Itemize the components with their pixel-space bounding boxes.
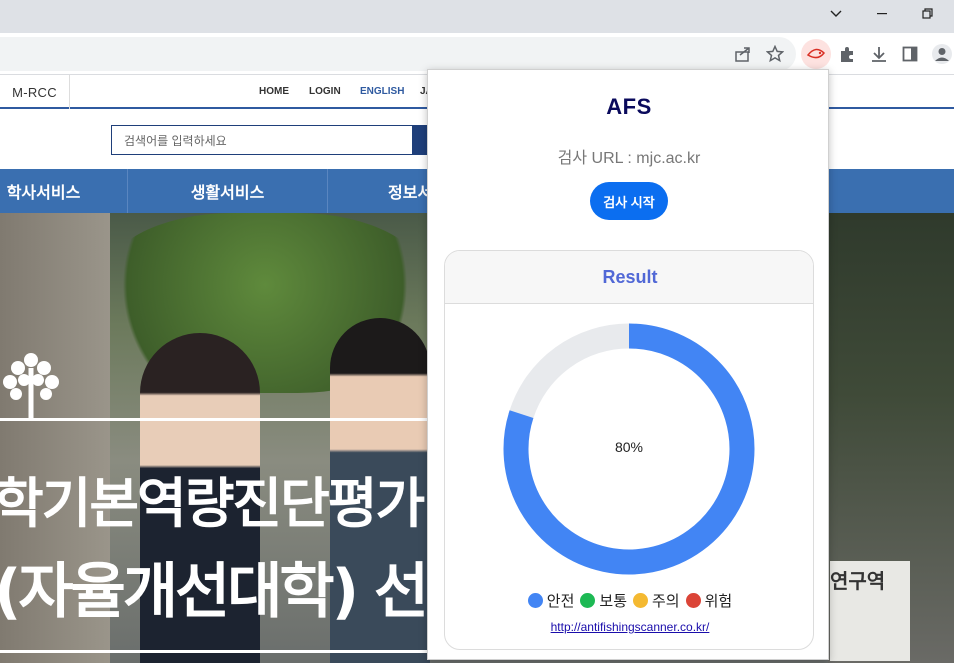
extension-afs-icon[interactable] [801, 39, 831, 69]
start-scan-button[interactable]: 검사 시작 [590, 182, 668, 220]
sidepanel-icon[interactable] [898, 42, 922, 66]
donut-center-label: 80% [614, 439, 644, 455]
legend-item-caution: 주의 [633, 590, 680, 611]
result-card: Result 80% 안전 보통 주의 위험 http://antifishin… [444, 250, 814, 650]
topnav-login-link[interactable]: LOGIN [309, 86, 341, 97]
legend-dot-safe-icon [527, 593, 543, 608]
minimize-button[interactable] [859, 0, 905, 28]
tree-logo-icon [3, 353, 59, 418]
result-title: Result [445, 251, 813, 304]
restore-button[interactable] [905, 0, 951, 28]
legend-label-safe: 안전 [546, 592, 575, 610]
share-icon[interactable] [731, 42, 755, 66]
legend-label-danger: 위험 [704, 592, 733, 610]
hero-divider-top [0, 418, 430, 421]
browser-titlebar [0, 0, 954, 33]
afs-website-link[interactable]: http://antifishingscanner.co.kr/ [445, 620, 813, 634]
puzzle-icon[interactable] [835, 42, 859, 66]
star-icon[interactable] [763, 42, 787, 66]
site-brand[interactable]: M-RCC [0, 75, 70, 109]
legend-dot-caution-icon [633, 593, 648, 608]
hero-headline-2: (자율개선대학) 선 [0, 557, 429, 627]
screen: M-RCC HOME LOGIN ENGLISH JA 검색어를 입력하세요 학… [0, 0, 954, 663]
legend-item-danger: 위험 [685, 590, 733, 611]
legend-item-normal: 보통 [580, 590, 627, 611]
popup-title: AFS [606, 94, 652, 119]
legend-dot-danger-icon [685, 593, 701, 608]
hero-headline-1: 학기본역량진단평가 [0, 472, 425, 535]
download-icon[interactable] [867, 42, 891, 66]
site-search-input[interactable]: 검색어를 입력하세요 [111, 125, 413, 155]
profile-icon[interactable] [930, 42, 954, 66]
legend-item-safe: 안전 [527, 590, 575, 611]
topnav-home-link[interactable]: HOME [259, 86, 289, 97]
hero-divider-bottom [0, 650, 430, 653]
legend-label-normal: 보통 [599, 592, 627, 610]
scan-url-label: 검사 URL : mjc.ac.kr [557, 150, 701, 167]
legend-label-caution: 주의 [652, 592, 680, 610]
legend-dot-normal-icon [580, 593, 596, 608]
topnav-english-link[interactable]: ENGLISH [360, 86, 404, 97]
mainnav-life[interactable]: 생활서비스 [128, 169, 328, 213]
chart-legend: 안전 보통 주의 위험 [445, 590, 813, 611]
donut-slice-remaining [509, 323, 630, 419]
hero-sign-text: 연구역 [830, 569, 886, 593]
mainnav-academic[interactable]: 학사서비스 [0, 169, 128, 213]
address-bar[interactable] [0, 37, 796, 71]
tab-search-chevron-icon[interactable] [813, 0, 859, 28]
afs-extension-popup: AFS 검사 URL : mjc.ac.kr 검사 시작 Result 80% … [427, 69, 829, 660]
